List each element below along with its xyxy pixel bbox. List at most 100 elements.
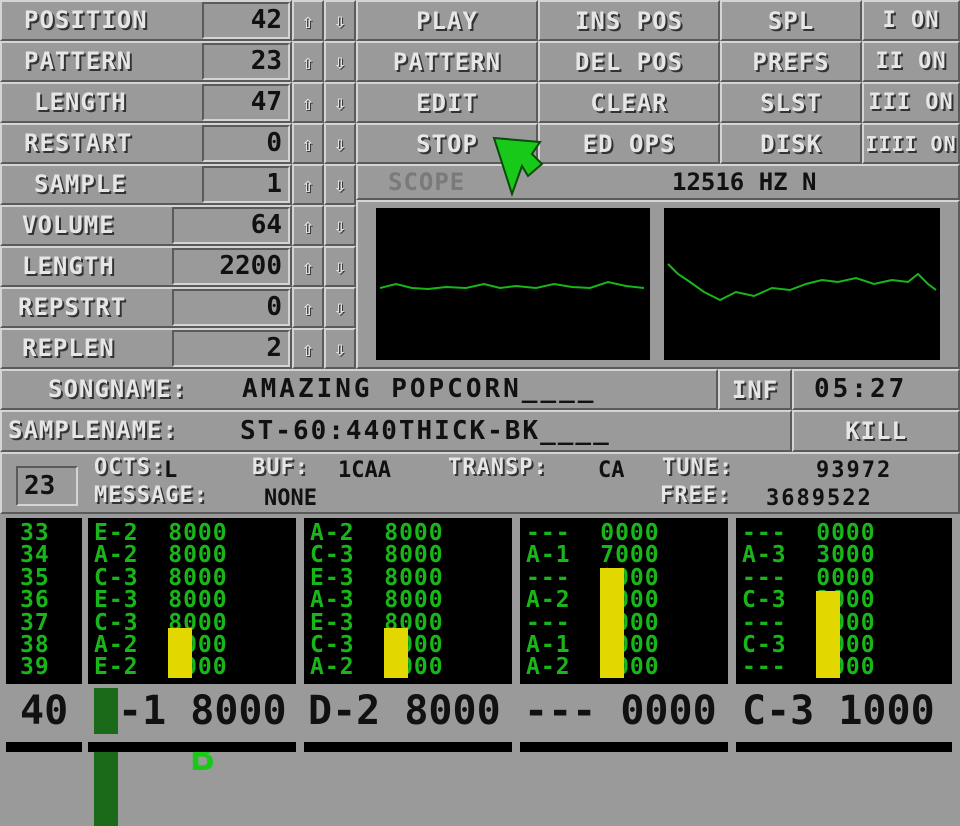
spl-button[interactable]: SPL [720,0,862,41]
kill-button[interactable]: KILL [792,410,960,452]
channel-1-toggle[interactable]: I ON [862,0,960,41]
sample-value[interactable]: 1 [202,166,290,203]
del-pos-button[interactable]: DEL POS [538,41,720,82]
ins-pos-button[interactable]: INS POS [538,0,720,41]
inf-button[interactable]: INF [718,369,792,410]
track-cell[interactable]: A-1 7000 [526,633,728,656]
row-number: 35 [20,564,50,591]
pattern-value[interactable]: 23 [202,43,290,80]
track-cell[interactable]: C-3 1000 [742,633,952,656]
track-cell[interactable]: C-3 8000 [310,544,512,567]
restart-row: RESTART 0 [0,123,292,164]
channel-2-track[interactable]: A-2 8000 C-3 8000 E-3 8000 A-3 8000 E-3 … [304,518,512,684]
position-up-button[interactable]: ⇧ [292,0,324,41]
track-cell[interactable]: E-2 8000 [94,521,296,544]
channel-1-track[interactable]: E-2 8000 A-2 8000 C-3 8000 E-3 8000 C-3 … [88,518,296,684]
restart-value[interactable]: 0 [202,125,290,162]
volume-down-button[interactable]: ⇩ [324,205,356,246]
track-cell[interactable]: E-3 8000 [310,566,512,589]
disk-button[interactable]: DISK [720,123,862,164]
song-length-up-button[interactable]: ⇧ [292,82,324,123]
edit-cursor[interactable]: B [94,688,214,826]
track-cell[interactable]: C-3 2000 [742,588,952,611]
repstrt-row: REPSTRT 0 [0,287,292,328]
current-row[interactable]: 40 B -1 8000 D-2 8000 --- 0000 C-3 1000 [0,688,960,826]
sample-down-button[interactable]: ⇩ [324,164,356,205]
track-cell[interactable]: E-3 8000 [310,611,512,634]
replen-up-button[interactable]: ⇧ [292,328,324,369]
restart-up-button[interactable]: ⇧ [292,123,324,164]
track-cell[interactable]: A-1 7000 [526,544,728,567]
edit-button[interactable]: EDIT [356,82,538,123]
sample-up-button[interactable]: ⇧ [292,164,324,205]
slst-button[interactable]: SLST [720,82,862,123]
track-cell[interactable]: A-3 3000 [742,544,952,567]
track-cell[interactable]: C-3 8000 [310,633,512,656]
prefs-button[interactable]: PREFS [720,41,862,82]
ed-ops-button[interactable]: ED OPS [538,123,720,164]
track-cell[interactable]: --- 0000 [526,611,728,634]
songname-bar[interactable]: SONGNAME: AMAZING POPCORN____ [0,369,718,410]
current-row-channel-2[interactable]: D-2 8000 [308,688,501,734]
current-row-channel-4[interactable]: C-3 1000 [742,688,935,734]
track-cell[interactable]: A-2 7000 [526,588,728,611]
sample-length-up-button[interactable]: ⇧ [292,246,324,287]
replen-value[interactable]: 2 [172,330,290,367]
buf-value: 1CAA [338,458,391,483]
song-length-down-button[interactable]: ⇩ [324,82,356,123]
position-value[interactable]: 42 [202,2,290,39]
track-cell[interactable]: A-3 8000 [310,588,512,611]
track-cell[interactable]: --- 0000 [742,566,952,589]
samplename-value[interactable]: ST-60:440THICK-BK____ [240,412,611,450]
position-down-button[interactable]: ⇩ [324,0,356,41]
channel-4-toggle[interactable]: IIII ON [862,123,960,164]
restart-down-button[interactable]: ⇩ [324,123,356,164]
row-number: 34 [20,542,50,569]
sample-length-value[interactable]: 2200 [172,248,290,285]
track-cell[interactable]: E-2 8000 [94,656,296,679]
channel-4-track[interactable]: --- 0000 A-3 3000 --- 0000 C-3 2000 --- … [736,518,952,684]
play-button[interactable]: PLAY [356,0,538,41]
songname-label: SONGNAME: [48,375,188,403]
track-cell[interactable]: --- 0000 [742,521,952,544]
sample-length-down-button[interactable]: ⇩ [324,246,356,287]
channel-3-toggle[interactable]: III ON [862,82,960,123]
channel-2-toggle[interactable]: II ON [862,41,960,82]
track-cell[interactable]: A-2 8000 [94,544,296,567]
pattern-down-button[interactable]: ⇩ [324,41,356,82]
channel-2-vu-meter [384,628,408,678]
repstrt-up-button[interactable]: ⇧ [292,287,324,328]
song-time-value: 05:27 [814,374,908,404]
track-cell[interactable]: C-3 8000 [94,566,296,589]
pattern-editor: 33 34 35 36 37 38 39 E-2 8000 A-2 8000 C… [0,514,960,688]
track-cell[interactable]: A-2 8000 [310,656,512,679]
channel-3-track[interactable]: --- 0000 A-1 7000 --- 0000 A-2 7000 --- … [520,518,728,684]
clear-button[interactable]: CLEAR [538,82,720,123]
current-row-channel-3[interactable]: --- 0000 [524,688,717,734]
pattern-row: PATTERN 23 [0,41,292,82]
song-length-value[interactable]: 47 [202,84,290,121]
track-cell[interactable]: A-2 8000 [94,633,296,656]
replen-row: REPLEN 2 [0,328,292,369]
replen-down-button[interactable]: ⇩ [324,328,356,369]
repstrt-down-button[interactable]: ⇩ [324,287,356,328]
track-cell[interactable]: A-2 7000 [526,656,728,679]
songname-value[interactable]: AMAZING POPCORN____ [242,371,596,408]
channel-4-vu-meter [816,591,840,678]
track-cell[interactable]: C-3 8000 [94,611,296,634]
track-cell[interactable]: A-2 8000 [310,521,512,544]
track-cell[interactable]: --- 0000 [742,611,952,634]
volume-up-button[interactable]: ⇧ [292,205,324,246]
pattern-up-button[interactable]: ⇧ [292,41,324,82]
row-number: 36 [20,587,50,614]
transp-label: TRANSP: [448,455,548,480]
pattern-button[interactable]: PATTERN [356,41,538,82]
track-cell[interactable]: E-3 8000 [94,588,296,611]
current-row-channel-1[interactable]: -1 8000 [118,688,287,734]
track-cell[interactable]: --- 0000 [742,656,952,679]
volume-value[interactable]: 64 [172,207,290,244]
track-cell[interactable]: --- 0000 [526,566,728,589]
repstrt-value[interactable]: 0 [172,289,290,326]
track-cell[interactable]: --- 0000 [526,521,728,544]
samplename-bar[interactable]: SAMPLENAME: ST-60:440THICK-BK____ [0,410,792,452]
